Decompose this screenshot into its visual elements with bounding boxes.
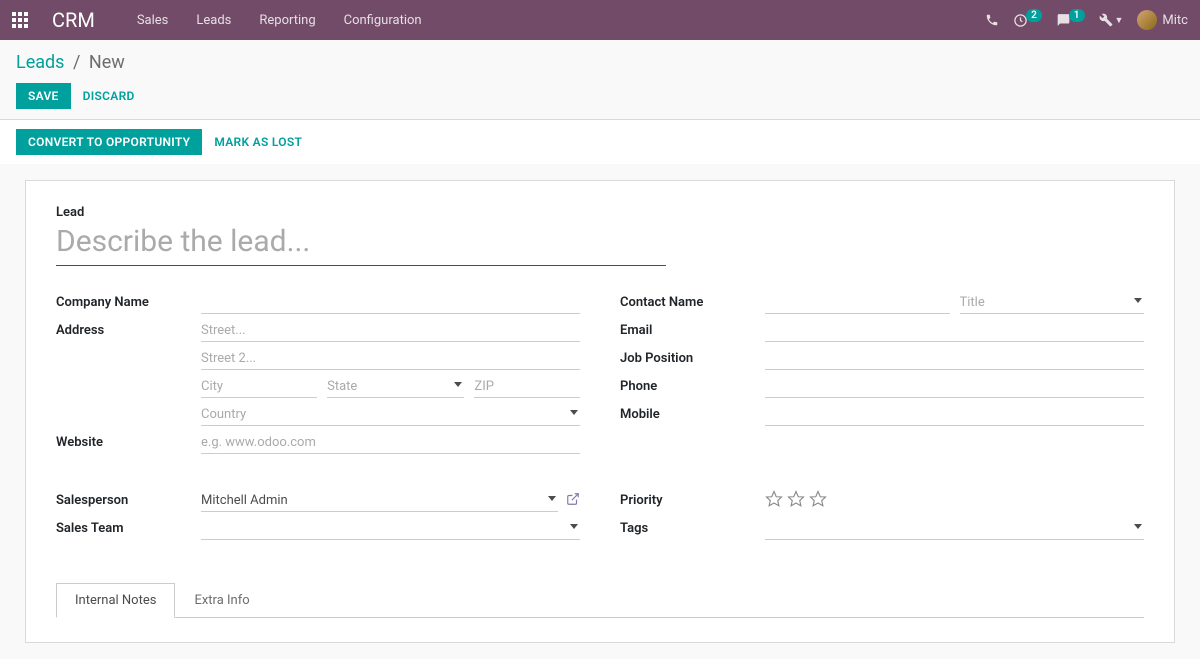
nav-menu-sales[interactable]: Sales <box>123 3 183 38</box>
star-icon[interactable] <box>765 490 783 512</box>
sales-team-input[interactable] <box>201 518 580 540</box>
lead-name-input[interactable] <box>56 222 666 266</box>
phone-label: Phone <box>620 376 765 394</box>
star-icon[interactable] <box>809 490 827 512</box>
nav-menu-configuration[interactable]: Configuration <box>330 3 436 38</box>
website-label: Website <box>56 432 201 450</box>
breadcrumb: Leads / New <box>16 52 1184 73</box>
tags-label: Tags <box>620 518 765 536</box>
user-menu[interactable]: Mitc <box>1137 10 1188 30</box>
email-input[interactable] <box>765 320 1144 342</box>
title-input[interactable] <box>960 292 1145 314</box>
chat-badge: 1 <box>1069 9 1085 22</box>
tags-input[interactable] <box>765 518 1144 540</box>
action-buttons: SAVE DISCARD <box>16 83 1184 109</box>
nav-menu-leads[interactable]: Leads <box>182 3 245 38</box>
state-input[interactable] <box>327 376 464 398</box>
nav-menu-reporting[interactable]: Reporting <box>245 3 329 38</box>
navbar-right: 2 1 ▼ Mitc <box>985 10 1188 30</box>
tab-internal-notes[interactable]: Internal Notes <box>56 583 175 618</box>
breadcrumb-parent[interactable]: Leads <box>16 52 64 73</box>
address-label: Address <box>56 320 201 338</box>
mark-lost-button[interactable]: MARK AS LOST <box>214 135 302 149</box>
avatar <box>1137 10 1157 30</box>
salesperson-label: Salesperson <box>56 490 201 508</box>
priority-label: Priority <box>620 490 765 508</box>
phone-icon[interactable] <box>985 13 999 27</box>
form-sheet: Lead Company Name Address <box>25 180 1175 643</box>
save-button[interactable]: SAVE <box>16 83 71 109</box>
discard-button[interactable]: DISCARD <box>83 89 135 103</box>
status-bar: CONVERT TO OPPORTUNITY MARK AS LOST <box>0 120 1200 164</box>
left-column: Company Name Address <box>56 292 580 460</box>
form-columns: Company Name Address <box>56 292 1144 460</box>
company-name-input[interactable] <box>201 292 580 314</box>
salesperson-input[interactable] <box>201 490 558 512</box>
tab-extra-info[interactable]: Extra Info <box>175 583 268 618</box>
notebook: Internal Notes Extra Info <box>56 582 1144 618</box>
navbar-left: CRM Sales Leads Reporting Configuration <box>12 3 436 38</box>
apps-icon[interactable] <box>12 12 28 28</box>
form-view: Lead Company Name Address <box>0 164 1200 659</box>
chat-icon[interactable]: 1 <box>1056 13 1085 27</box>
left-column-2: Salesperson Sales Team <box>56 490 580 546</box>
breadcrumb-sep: / <box>73 52 80 73</box>
right-column-2: Priority Tags <box>620 490 1144 546</box>
mobile-label: Mobile <box>620 404 765 422</box>
nav-menu: Sales Leads Reporting Configuration <box>123 3 436 38</box>
top-navbar: CRM Sales Leads Reporting Configuration … <box>0 0 1200 40</box>
company-name-label: Company Name <box>56 292 201 310</box>
website-input[interactable] <box>201 432 580 454</box>
country-input[interactable] <box>201 404 580 426</box>
mobile-input[interactable] <box>765 404 1144 426</box>
external-link-icon[interactable] <box>566 492 580 510</box>
city-input[interactable] <box>201 376 317 398</box>
right-column: Contact Name Email Job Position <box>620 292 1144 460</box>
activity-badge: 2 <box>1026 9 1042 22</box>
convert-opportunity-button[interactable]: CONVERT TO OPPORTUNITY <box>16 129 202 155</box>
phone-input[interactable] <box>765 376 1144 398</box>
lead-label: Lead <box>56 205 1144 220</box>
street-input[interactable] <box>201 320 580 342</box>
username: Mitc <box>1162 13 1188 28</box>
activity-icon[interactable]: 2 <box>1013 13 1042 28</box>
app-brand[interactable]: CRM <box>52 8 95 32</box>
contact-name-label: Contact Name <box>620 292 765 310</box>
job-position-input[interactable] <box>765 348 1144 370</box>
zip-input[interactable] <box>474 376 580 398</box>
control-panel: Leads / New SAVE DISCARD <box>0 40 1200 120</box>
email-label: Email <box>620 320 765 338</box>
job-position-label: Job Position <box>620 348 765 366</box>
breadcrumb-current: New <box>89 52 125 73</box>
street2-input[interactable] <box>201 348 580 370</box>
sales-team-label: Sales Team <box>56 518 201 536</box>
form-section-2: Salesperson Sales Team <box>56 490 1144 546</box>
tab-headers: Internal Notes Extra Info <box>56 582 1144 618</box>
contact-name-input[interactable] <box>765 292 950 314</box>
star-icon[interactable] <box>787 490 805 512</box>
debug-icon[interactable]: ▼ <box>1099 13 1124 27</box>
